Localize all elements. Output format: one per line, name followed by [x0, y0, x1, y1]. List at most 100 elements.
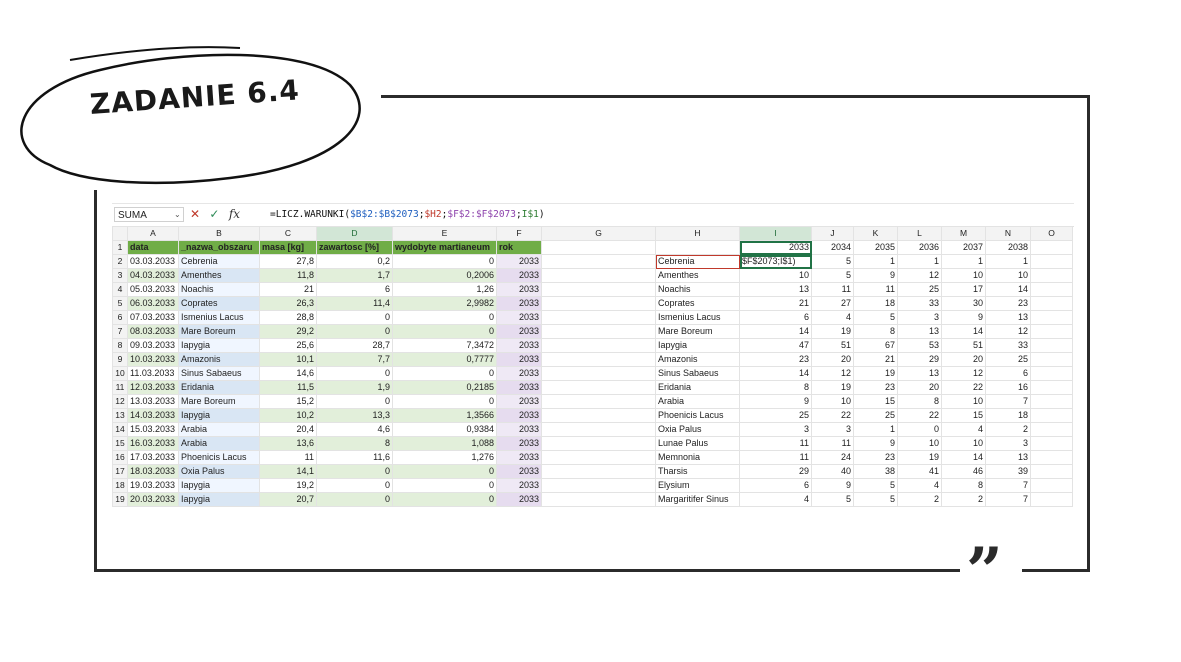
data-cell[interactable]: 2033	[496, 464, 542, 479]
cell[interactable]	[1030, 422, 1073, 437]
column-header-c[interactable]: C	[259, 226, 317, 241]
count-cell[interactable]: 9	[853, 436, 898, 451]
row-header[interactable]: 4	[112, 282, 128, 297]
count-cell[interactable]: 4	[811, 310, 854, 325]
row-header[interactable]: 15	[112, 436, 128, 451]
region-name-cell[interactable]: Arabia	[655, 394, 740, 409]
count-cell[interactable]: 3	[985, 436, 1031, 451]
chevron-down-icon[interactable]: ⌄	[174, 207, 181, 222]
cell[interactable]	[1030, 492, 1073, 507]
count-cell[interactable]: 21	[739, 296, 812, 311]
data-cell[interactable]: Amenthes	[178, 268, 260, 283]
count-cell[interactable]: 7	[985, 478, 1031, 493]
count-cell[interactable]: 25	[985, 352, 1031, 367]
row-header[interactable]: 12	[112, 394, 128, 409]
data-cell[interactable]: 27,8	[259, 254, 317, 269]
data-cell[interactable]: 1,7	[316, 268, 393, 283]
column-header-l[interactable]: L	[897, 226, 942, 241]
header-cell[interactable]: wydobyte martianeum	[392, 240, 497, 255]
data-cell[interactable]: Iapygia	[178, 338, 260, 353]
region-name-cell[interactable]: Cebrenia	[655, 254, 740, 269]
data-cell[interactable]: 0	[392, 478, 497, 493]
data-cell[interactable]: 17.03.2033	[127, 450, 179, 465]
header-cell[interactable]: masa [kg]	[259, 240, 317, 255]
count-cell[interactable]: 19	[897, 450, 942, 465]
data-cell[interactable]: 0	[392, 254, 497, 269]
data-cell[interactable]: 0	[316, 310, 393, 325]
count-cell[interactable]: 1	[985, 254, 1031, 269]
count-cell[interactable]: 51	[811, 338, 854, 353]
count-cell[interactable]: 23	[853, 380, 898, 395]
count-cell[interactable]: 40	[811, 464, 854, 479]
data-cell[interactable]: 2033	[496, 352, 542, 367]
count-cell[interactable]: 13	[739, 282, 812, 297]
count-cell[interactable]: 6	[739, 478, 812, 493]
column-header-d[interactable]: D	[316, 226, 393, 241]
count-cell[interactable]: 23	[739, 352, 812, 367]
data-cell[interactable]: 11,6	[316, 450, 393, 465]
count-cell[interactable]: 47	[739, 338, 812, 353]
data-cell[interactable]: 0,9384	[392, 422, 497, 437]
data-cell[interactable]: 0	[392, 310, 497, 325]
count-cell[interactable]: 14	[941, 450, 986, 465]
count-cell[interactable]: 10	[941, 394, 986, 409]
count-cell[interactable]: 30	[941, 296, 986, 311]
count-cell[interactable]: 10	[897, 436, 942, 451]
column-header-g[interactable]: G	[541, 226, 656, 241]
count-cell[interactable]: 11	[811, 282, 854, 297]
header-cell[interactable]: zawartosc [%]	[316, 240, 393, 255]
count-cell[interactable]: 12	[985, 324, 1031, 339]
count-cell[interactable]: 25	[853, 408, 898, 423]
data-cell[interactable]: Iapygia	[178, 478, 260, 493]
header-cell[interactable]: data	[127, 240, 179, 255]
count-cell[interactable]: 21	[853, 352, 898, 367]
region-name-cell[interactable]: Oxia Palus	[655, 422, 740, 437]
data-cell[interactable]: 13,6	[259, 436, 317, 451]
cell[interactable]	[1030, 324, 1073, 339]
column-header-a[interactable]: A	[127, 226, 179, 241]
cell[interactable]	[655, 240, 740, 255]
cell[interactable]	[1030, 450, 1073, 465]
data-cell[interactable]: 2033	[496, 366, 542, 381]
count-cell[interactable]: 8	[853, 324, 898, 339]
year-header-cell[interactable]: 2035	[853, 240, 898, 255]
row-header[interactable]: 11	[112, 380, 128, 395]
data-cell[interactable]: 11	[259, 450, 317, 465]
count-cell[interactable]: 3	[897, 310, 942, 325]
data-cell[interactable]: 2033	[496, 394, 542, 409]
data-cell[interactable]: Phoenicis Lacus	[178, 450, 260, 465]
data-cell[interactable]: 1,9	[316, 380, 393, 395]
cell[interactable]	[541, 436, 656, 451]
data-cell[interactable]: 0	[316, 324, 393, 339]
count-cell[interactable]: 33	[897, 296, 942, 311]
count-cell[interactable]: 10	[811, 394, 854, 409]
count-cell[interactable]: 1	[897, 254, 942, 269]
data-cell[interactable]: 12.03.2033	[127, 380, 179, 395]
count-cell[interactable]: 1	[941, 254, 986, 269]
cell[interactable]	[1030, 296, 1073, 311]
data-cell[interactable]: 2033	[496, 450, 542, 465]
row-header[interactable]: 3	[112, 268, 128, 283]
count-cell[interactable]: 51	[941, 338, 986, 353]
cell[interactable]	[541, 464, 656, 479]
insert-function-icon[interactable]: fx	[229, 207, 240, 221]
cell[interactable]	[541, 352, 656, 367]
data-cell[interactable]: 10,2	[259, 408, 317, 423]
cell[interactable]	[541, 394, 656, 409]
data-cell[interactable]: 11,8	[259, 268, 317, 283]
count-cell[interactable]: 20	[941, 352, 986, 367]
region-name-cell[interactable]: Mare Boreum	[655, 324, 740, 339]
cell[interactable]	[541, 450, 656, 465]
data-cell[interactable]: 2033	[496, 408, 542, 423]
data-cell[interactable]: 4,6	[316, 422, 393, 437]
count-cell[interactable]: 5	[811, 268, 854, 283]
region-name-cell[interactable]: Phoenicis Lacus	[655, 408, 740, 423]
data-cell[interactable]: 07.03.2033	[127, 310, 179, 325]
cell[interactable]	[541, 254, 656, 269]
column-header-m[interactable]: M	[941, 226, 986, 241]
data-cell[interactable]: 0	[392, 492, 497, 507]
count-cell[interactable]: 67	[853, 338, 898, 353]
count-cell[interactable]: 16	[985, 380, 1031, 395]
count-cell[interactable]: 53	[897, 338, 942, 353]
row-header[interactable]: 14	[112, 422, 128, 437]
